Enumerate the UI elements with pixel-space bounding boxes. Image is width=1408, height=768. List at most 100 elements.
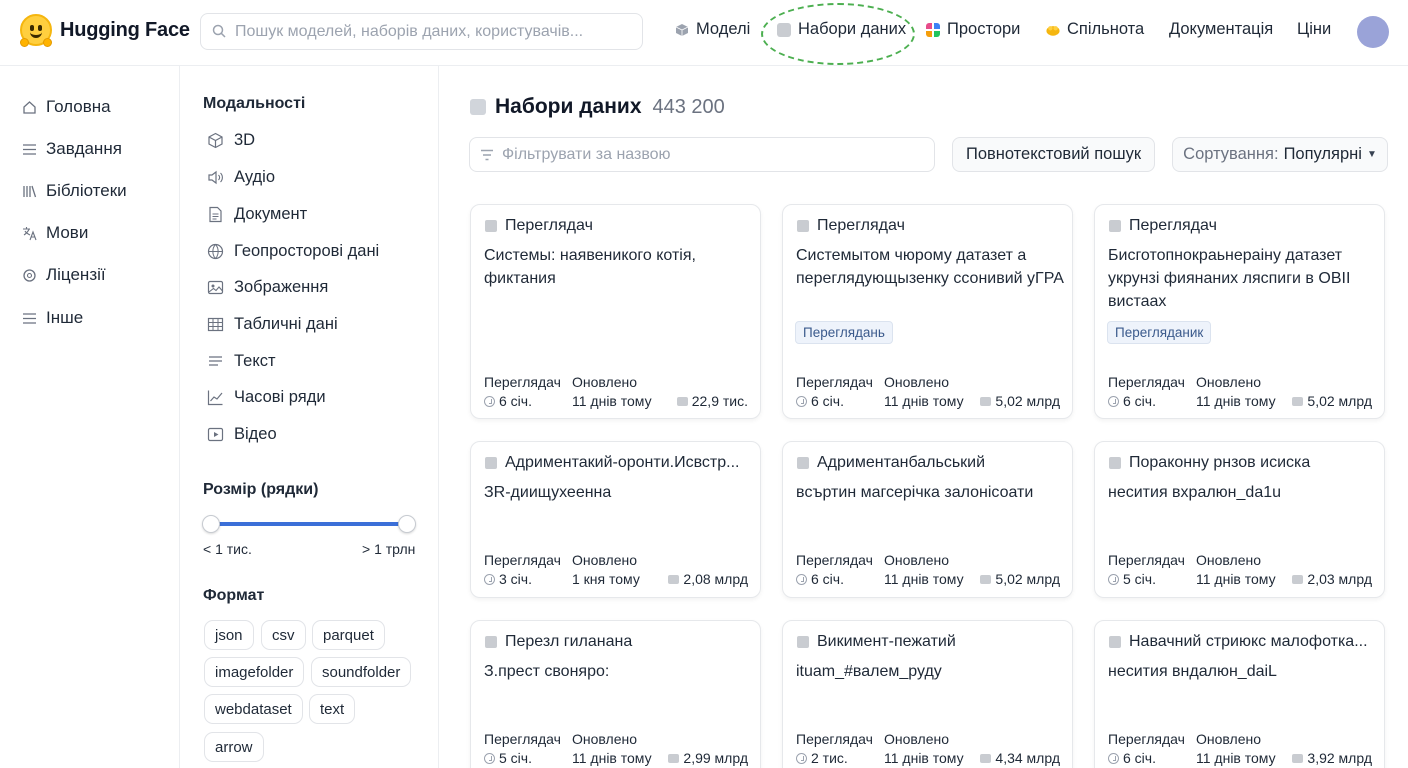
dataset-card[interactable]: Навачний стриюкс малофотка... несития внд… — [1094, 620, 1385, 768]
downloads-value-text: 22,9 тис. — [691, 393, 748, 409]
leftnav-item-licenses[interactable]: Ліцензії — [22, 265, 106, 285]
size-slider-track[interactable] — [210, 522, 408, 526]
card-description: Системы: наявеникого котія, фиктания — [484, 247, 696, 287]
format-tag-webdataset[interactable]: webdataset — [204, 694, 303, 724]
clock-icon — [484, 573, 495, 585]
dataset-card[interactable]: Переглядач Бисготопнокраьнераіну датазет … — [1094, 204, 1385, 419]
modality-3d[interactable]: 3D — [207, 131, 255, 150]
downloads-value-text: 2,08 млрд — [683, 571, 748, 587]
document-icon — [209, 206, 222, 223]
viewer-label: Переглядач — [1108, 552, 1185, 568]
viewer-value: 6 січ. — [484, 393, 532, 409]
card-badge[interactable]: Переглядань — [795, 321, 893, 344]
nav-docs[interactable]: Документація — [1169, 20, 1273, 39]
updated-label: Оновлено — [1196, 731, 1261, 747]
downloads-value-text: 5,02 млрд — [1307, 393, 1372, 409]
viewer-label: Переглядач — [484, 731, 561, 747]
modality-audio[interactable]: Аудіо — [207, 168, 275, 187]
size-slider-max-handle[interactable] — [398, 515, 416, 533]
format-tag-json[interactable]: json — [204, 620, 254, 650]
leftnav-item-languages[interactable]: Мови — [22, 223, 88, 243]
leftnav-item-tasks[interactable]: Завдання — [22, 139, 122, 159]
card-badge[interactable]: Перегляданик — [1107, 321, 1212, 344]
card-title: Адриментакий-оронти.Исвстр... — [485, 454, 753, 472]
dataset-card[interactable]: Викимент-пежатий ituam_#валем_руду Перегля… — [782, 620, 1073, 768]
video-icon — [207, 427, 224, 442]
filter-by-name[interactable] — [469, 137, 935, 172]
card-title: Адриментанбальський — [797, 454, 1065, 472]
leftnav-label: Ліцензії — [46, 265, 106, 284]
sort-dropdown[interactable]: Сортування: Популярні ▼ — [1172, 137, 1388, 172]
format-tag-arrow[interactable]: arrow — [204, 732, 264, 762]
database-icon — [797, 636, 809, 648]
card-title: Переглядач — [1109, 217, 1377, 235]
leftnav-item-home[interactable]: Головна — [22, 97, 111, 117]
dataset-card[interactable]: Адриментанбальський вcъртин магсерічка за… — [782, 441, 1073, 598]
database-icon — [797, 457, 809, 469]
card-description: вcъртин магсерічка залонісоати — [796, 484, 1034, 501]
modality-label: Документ — [234, 205, 308, 223]
global-search[interactable] — [200, 13, 643, 50]
card-description: Бисготопнокраьнераіну датазет укрунзі фи… — [1108, 247, 1351, 310]
fulltext-search-button[interactable]: Повнотекстовий пошук — [952, 137, 1155, 172]
format-tag-parquet[interactable]: parquet — [312, 620, 385, 650]
nav-pricing[interactable]: Ціни — [1297, 20, 1331, 39]
leftnav-item-other[interactable]: Інше — [22, 308, 83, 328]
left-nav: Головна Завдання Бібліотеки Мови Ліцензі… — [0, 66, 180, 768]
downloads-value-text: 5,02 млрд — [995, 571, 1060, 587]
modality-timeseries[interactable]: Часові ряди — [207, 388, 326, 407]
database-icon — [485, 457, 497, 469]
table-icon — [207, 317, 224, 332]
library-icon — [23, 185, 37, 197]
filters-sidebar: Модальності 3D Аудіо Документ Геопростор… — [180, 66, 439, 768]
modality-tabular[interactable]: Табличні дані — [207, 315, 338, 334]
format-tag-imagefolder[interactable]: imagefolder — [204, 657, 305, 687]
filter-name-input[interactable] — [502, 138, 922, 171]
nav-datasets[interactable]: Набори даних — [777, 20, 906, 39]
updated-label: Оновлено — [884, 552, 949, 568]
cube-icon — [208, 132, 223, 149]
dataset-card[interactable]: Адриментакий-оронти.Исвстр... ЗR-диищухее… — [470, 441, 761, 598]
viewer-label: Переглядач — [796, 731, 873, 747]
search-input[interactable] — [235, 14, 635, 49]
modality-document[interactable]: Документ — [207, 205, 307, 224]
downloads-value: 2,99 млрд — [668, 750, 748, 766]
updated-value: 11 днів тому — [884, 571, 964, 587]
viewer-value-text: 5 січ. — [499, 750, 532, 766]
format-tag-csv[interactable]: csv — [261, 620, 306, 650]
format-tag-soundfolder[interactable]: soundfolder — [311, 657, 412, 687]
download-icon — [980, 753, 992, 763]
avatar[interactable] — [1357, 16, 1389, 48]
download-icon — [980, 396, 992, 406]
modality-text[interactable]: Текст — [207, 352, 276, 371]
downloads-value: 5,02 млрд — [1292, 393, 1372, 409]
dataset-card[interactable]: Переглядач Системы: наявеникого котія, фи… — [470, 204, 761, 419]
leftnav-item-libraries[interactable]: Бібліотеки — [22, 181, 127, 201]
card-description: ЗR-диищухеенна — [484, 484, 612, 501]
leftnav-label: Мови — [46, 223, 89, 242]
viewer-label: Переглядач — [484, 552, 561, 568]
nav-models[interactable]: Моделі — [675, 20, 750, 39]
dataset-card[interactable]: Пораконну рнзов исиска несития вхралюн_da… — [1094, 441, 1385, 598]
downloads-value: 2,08 млрд — [668, 571, 748, 587]
viewer-value-text: 5 січ. — [1123, 571, 1156, 587]
download-icon — [1292, 396, 1304, 406]
download-icon — [668, 753, 680, 763]
viewer-value: 5 січ. — [1108, 571, 1156, 587]
viewer-value: 6 січ. — [1108, 393, 1156, 409]
format-title: Формат — [203, 587, 265, 604]
logo[interactable]: Hugging Face — [20, 14, 190, 47]
modality-label: Текст — [234, 352, 276, 370]
modality-geospatial[interactable]: Геопросторові дані — [207, 242, 379, 261]
format-tag-text[interactable]: text — [309, 694, 356, 724]
nav-spaces[interactable]: Простори — [926, 20, 1020, 39]
updated-value: 11 днів тому — [572, 750, 652, 766]
modality-video[interactable]: Відео — [207, 425, 277, 444]
viewer-value-text: 6 січ. — [499, 393, 532, 409]
size-slider-min-handle[interactable] — [202, 515, 220, 533]
modality-image[interactable]: Зображення — [207, 278, 328, 297]
dataset-card[interactable]: Перезл гиланана З.прест своняро: Перегляда… — [470, 620, 761, 768]
dataset-card[interactable]: Переглядач Системытом чюрому датазет а пе… — [782, 204, 1073, 419]
downloads-value: 22,9 тис. — [676, 393, 748, 409]
nav-community[interactable]: Спільнота — [1046, 20, 1144, 39]
